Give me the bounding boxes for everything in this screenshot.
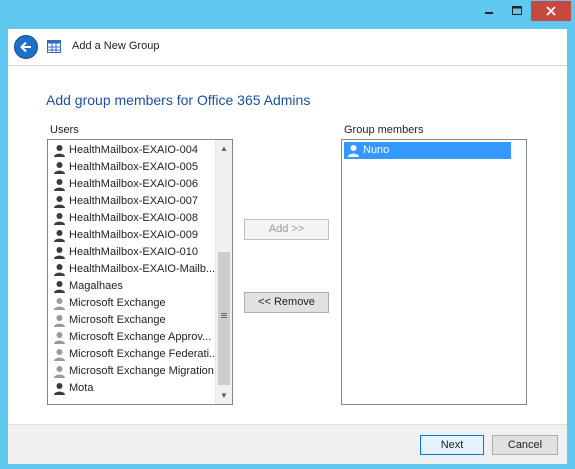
maximize-button[interactable] xyxy=(503,1,531,21)
add-button[interactable]: Add >> xyxy=(244,219,329,240)
user-icon xyxy=(53,314,66,329)
window: Add a New Group Add group members for Of… xyxy=(0,0,575,469)
user-icon xyxy=(53,229,66,244)
close-icon xyxy=(546,6,556,16)
user-name: HealthMailbox-EXAIO-005 xyxy=(69,161,199,173)
user-icon xyxy=(53,263,66,278)
user-icon xyxy=(53,246,66,261)
user-icon xyxy=(53,348,66,363)
content-panel: Add group members for Office 365 Admins … xyxy=(8,65,567,424)
list-item[interactable]: HealthMailbox-EXAIO-007 xyxy=(50,193,216,210)
list-item[interactable]: Microsoft Exchange Federati... xyxy=(50,346,216,363)
scroll-up-arrow-icon[interactable]: ▲ xyxy=(216,140,232,157)
user-icon xyxy=(53,297,66,312)
remove-button[interactable]: << Remove xyxy=(244,292,329,313)
users-scrollbar[interactable]: ▲ ▼ xyxy=(215,140,232,404)
scrollbar-thumb[interactable] xyxy=(218,252,230,385)
list-item[interactable]: Magalhaes xyxy=(50,278,216,295)
user-name: HealthMailbox-EXAIO-004 xyxy=(69,144,199,156)
list-item[interactable]: Microsoft Exchange Approv... xyxy=(50,329,216,346)
list-item[interactable]: HealthMailbox-EXAIO-009 xyxy=(50,227,216,244)
list-item[interactable]: Microsoft Exchange xyxy=(50,312,216,329)
user-name: Microsoft Exchange Migration xyxy=(69,365,214,377)
back-button[interactable] xyxy=(14,35,38,59)
user-name: Magalhaes xyxy=(69,280,123,292)
user-name: Microsoft Exchange xyxy=(69,297,166,309)
user-icon xyxy=(53,365,66,380)
title-bar xyxy=(0,0,575,28)
user-icon xyxy=(53,144,66,159)
user-icon xyxy=(53,382,66,397)
user-name: HealthMailbox-EXAIO-Mailb... xyxy=(69,263,216,275)
scroll-down-arrow-icon[interactable]: ▼ xyxy=(216,387,232,404)
user-name: Microsoft Exchange Approv... xyxy=(69,331,212,343)
list-item[interactable]: Microsoft Exchange xyxy=(50,295,216,312)
user-icon xyxy=(53,331,66,346)
user-name: Microsoft Exchange Federati... xyxy=(69,348,216,360)
next-button[interactable]: Next xyxy=(420,435,484,455)
list-item[interactable]: HealthMailbox-EXAIO-010 xyxy=(50,244,216,261)
table-grid-icon xyxy=(47,40,61,58)
back-arrow-icon xyxy=(20,41,31,53)
user-name: HealthMailbox-EXAIO-009 xyxy=(69,229,199,241)
group-members-listbox[interactable]: Nuno xyxy=(341,139,527,405)
minimize-icon xyxy=(485,12,493,14)
user-icon xyxy=(53,161,66,176)
user-icon xyxy=(53,195,66,210)
user-name: Microsoft Exchange xyxy=(69,314,166,326)
page-title: Add a New Group xyxy=(72,40,160,52)
users-listbox[interactable]: HealthMailbox-EXAIO-004 HealthMailbox-EXA… xyxy=(47,139,233,405)
minimize-button[interactable] xyxy=(475,1,503,21)
close-button[interactable] xyxy=(531,1,571,21)
cancel-button[interactable]: Cancel xyxy=(492,435,558,455)
user-icon xyxy=(53,212,66,227)
member-item-nuno[interactable]: Nuno xyxy=(344,142,511,159)
user-name: HealthMailbox-EXAIO-006 xyxy=(69,178,199,190)
list-item[interactable]: HealthMailbox-EXAIO-005 xyxy=(50,159,216,176)
user-name: HealthMailbox-EXAIO-008 xyxy=(69,212,199,224)
wizard-header: Add a New Group xyxy=(8,29,567,65)
list-item[interactable]: HealthMailbox-EXAIO-006 xyxy=(50,176,216,193)
user-icon xyxy=(347,144,360,160)
user-name: HealthMailbox-EXAIO-007 xyxy=(69,195,199,207)
list-item[interactable]: HealthMailbox-EXAIO-Mailb... xyxy=(50,261,216,278)
list-item[interactable]: HealthMailbox-EXAIO-008 xyxy=(50,210,216,227)
user-name: Mota xyxy=(69,382,94,394)
user-icon xyxy=(53,280,66,295)
list-item[interactable]: HealthMailbox-EXAIO-004 xyxy=(50,142,216,159)
grip-icon xyxy=(221,313,227,319)
group-members-label: Group members xyxy=(344,124,424,136)
maximize-icon xyxy=(512,6,522,15)
list-item[interactable]: Microsoft Exchange Migration xyxy=(50,363,216,380)
section-heading: Add group members for Office 365 Admins xyxy=(46,92,311,108)
user-icon xyxy=(53,178,66,193)
list-item[interactable]: Mota xyxy=(50,380,216,397)
users-label: Users xyxy=(50,124,79,136)
member-name: Nuno xyxy=(363,144,390,156)
footer: Next Cancel xyxy=(8,424,567,464)
user-name: HealthMailbox-EXAIO-010 xyxy=(69,246,199,258)
